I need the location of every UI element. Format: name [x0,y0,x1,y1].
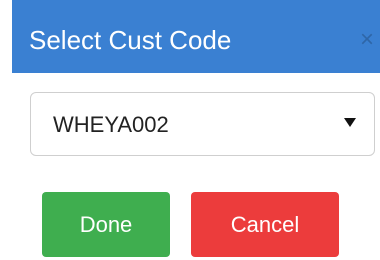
dialog-body: WHEYA002 Done Cancel [12,73,380,260]
chevron-down-icon [344,118,356,127]
done-button[interactable]: Done [42,192,170,257]
close-icon[interactable]: × [360,28,374,52]
select-cust-code-dialog: Select Cust Code × WHEYA002 Done Cancel [0,0,380,260]
selected-cust-code: WHEYA002 [53,112,169,137]
cancel-button[interactable]: Cancel [191,192,339,257]
dialog-title: Select Cust Code [29,25,232,55]
cust-code-select[interactable]: WHEYA002 [30,92,375,156]
dialog-header: Select Cust Code × [12,0,380,73]
